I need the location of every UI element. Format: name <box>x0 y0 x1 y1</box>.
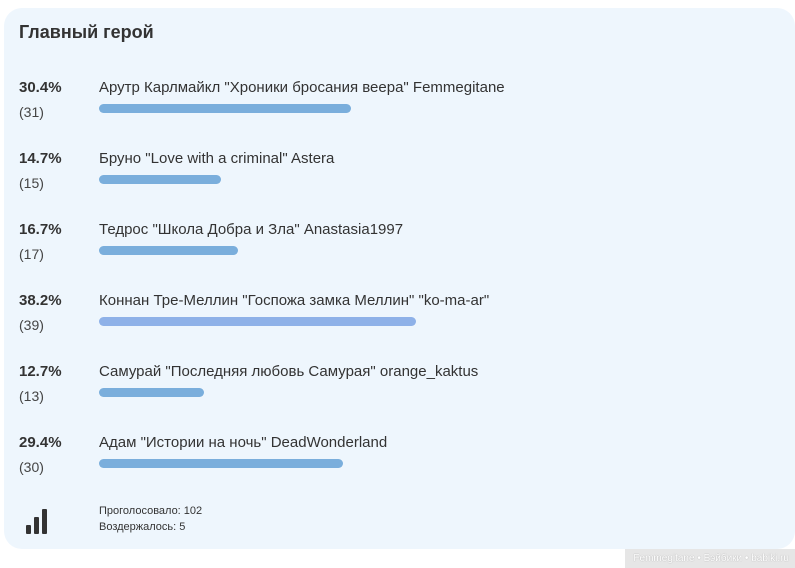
option-vote-count: (17) <box>19 246 44 262</box>
option-vote-count: (31) <box>19 104 44 120</box>
option-vote-count: (39) <box>19 317 44 333</box>
poll-card: Главный герой 30.4% (31) Арутр Карлмайкл "… <box>4 8 795 549</box>
option-label: Бруно "Love with a criminal" Astera <box>99 150 335 167</box>
option-percent: 30.4% <box>19 79 62 96</box>
option-result-bar <box>99 246 238 255</box>
option-label: Коннан Тре-Меллин "Госпожа замка Меллин"… <box>99 292 490 309</box>
option-result-bar <box>99 175 221 184</box>
poll-option: 12.7% (13) Самурай "Последняя любовь Самур… <box>4 363 795 423</box>
option-vote-count: (15) <box>19 175 44 191</box>
option-label: Адам "Истории на ночь" DeadWonderland <box>99 434 388 451</box>
poll-option: 30.4% (31) Арутр Карлмайкл "Хроники бросан… <box>4 79 795 139</box>
voted-count: Проголосовало: 102 <box>99 505 203 517</box>
option-result-bar <box>99 388 204 397</box>
poll-option: 16.7% (17) Тедрос "Школа Добра и Зла" Anas… <box>4 221 795 281</box>
option-vote-count: (13) <box>19 388 44 404</box>
option-vote-count: (30) <box>19 459 44 475</box>
option-percent: 38.2% <box>19 292 62 309</box>
option-percent: 14.7% <box>19 150 62 167</box>
option-result-bar <box>99 317 416 326</box>
poll-totals: Проголосовало: 102 Воздержалось: 5 <box>99 503 202 535</box>
bar-chart-icon[interactable] <box>26 508 50 534</box>
poll-option: 14.7% (15) Бруно "Love with a criminal" As… <box>4 150 795 210</box>
option-percent: 16.7% <box>19 221 62 238</box>
option-label: Тедрос "Школа Добра и Зла" Anastasia1997 <box>99 221 404 238</box>
option-label: Самурай "Последняя любовь Самурая" orang… <box>99 363 479 380</box>
option-percent: 12.7% <box>19 363 62 380</box>
option-percent: 29.4% <box>19 434 62 451</box>
poll-option: 38.2% (39) Коннан Тре-Меллин "Госпожа замк… <box>4 292 795 352</box>
option-result-bar <box>99 459 343 468</box>
watermark-footer: Femmegitane • Бэйбики • babiki.ru <box>625 549 795 568</box>
abstained-count: Воздержалось: 5 <box>99 521 186 533</box>
option-label: Арутр Карлмайкл "Хроники бросания веера"… <box>99 79 505 96</box>
option-result-bar <box>99 104 351 113</box>
poll-option: 29.4% (30) Адам "Истории на ночь" DeadWond… <box>4 434 795 494</box>
poll-title: Главный герой <box>19 22 154 42</box>
